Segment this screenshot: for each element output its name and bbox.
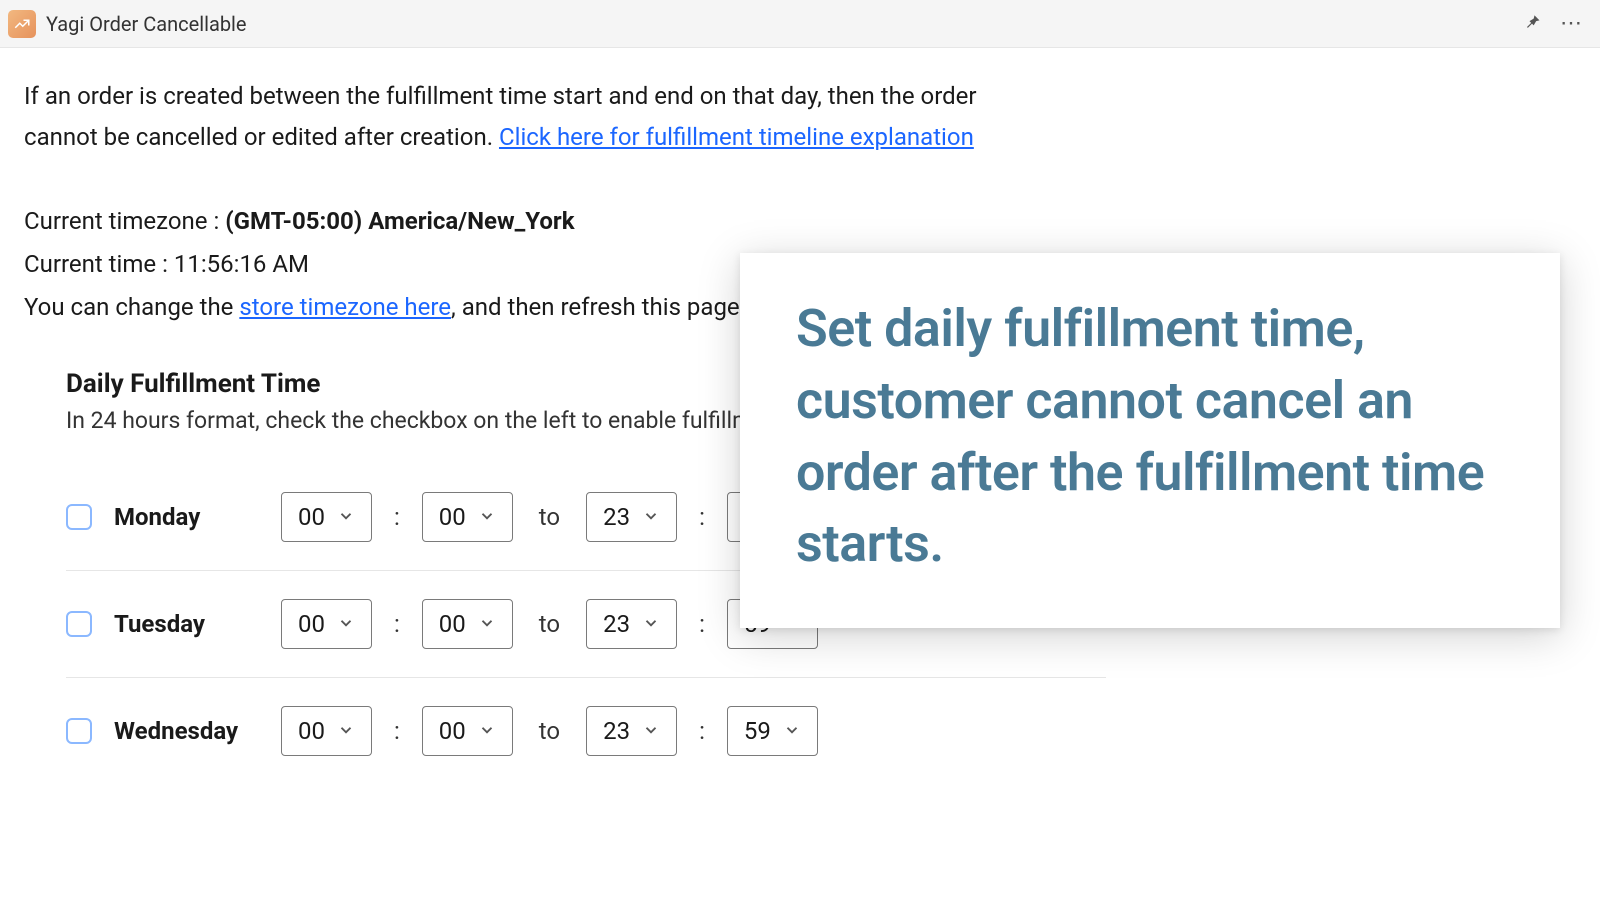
end-hour-select[interactable]: 23 bbox=[586, 706, 677, 756]
chevron-down-icon bbox=[478, 610, 496, 638]
start-hour-select[interactable]: 00 bbox=[281, 706, 372, 756]
day-label: Monday bbox=[114, 503, 259, 531]
more-icon[interactable]: ⋯ bbox=[1560, 11, 1584, 36]
time-colon: : bbox=[394, 503, 400, 531]
chevron-down-icon bbox=[642, 503, 660, 531]
chevron-down-icon bbox=[337, 503, 355, 531]
chevron-down-icon bbox=[642, 717, 660, 745]
chevron-down-icon bbox=[478, 503, 496, 531]
day-label: Wednesday bbox=[114, 717, 259, 745]
end-hour-select[interactable]: 23 bbox=[586, 492, 677, 542]
chevron-down-icon bbox=[337, 610, 355, 638]
time-colon: : bbox=[699, 610, 705, 638]
to-label: to bbox=[535, 503, 564, 531]
end-hour-select[interactable]: 23 bbox=[586, 599, 677, 649]
overlay-text: Set daily fulfillment time, customer can… bbox=[796, 293, 1504, 580]
pin-icon[interactable] bbox=[1522, 12, 1542, 36]
chevron-down-icon bbox=[478, 717, 496, 745]
titlebar-actions: ⋯ bbox=[1522, 11, 1592, 36]
app-icon bbox=[8, 10, 36, 38]
chevron-down-icon bbox=[337, 717, 355, 745]
start-minute-select[interactable]: 00 bbox=[422, 492, 513, 542]
timezone-label: Current timezone : bbox=[24, 207, 225, 235]
titlebar: Yagi Order Cancellable ⋯ bbox=[0, 0, 1600, 48]
day-label: Tuesday bbox=[114, 610, 259, 638]
time-colon: : bbox=[394, 717, 400, 745]
start-minute-select[interactable]: 00 bbox=[422, 599, 513, 649]
timezone-value: (GMT-05:00) America/New_York bbox=[225, 207, 574, 235]
time-value: 11:56:16 AM bbox=[174, 250, 309, 278]
start-hour-select[interactable]: 00 bbox=[281, 599, 372, 649]
intro-paragraph: If an order is created between the fulfi… bbox=[24, 76, 1034, 158]
store-timezone-link[interactable]: store timezone here bbox=[239, 293, 451, 321]
tz-change-before: You can change the bbox=[24, 293, 239, 321]
enable-checkbox-monday[interactable] bbox=[66, 504, 92, 530]
chevron-down-icon bbox=[783, 717, 801, 745]
chevron-down-icon bbox=[642, 610, 660, 638]
app-title: Yagi Order Cancellable bbox=[46, 12, 1522, 36]
end-minute-select[interactable]: 59 bbox=[727, 706, 818, 756]
time-colon: : bbox=[699, 717, 705, 745]
to-label: to bbox=[535, 717, 564, 745]
main-content: If an order is created between the fulfi… bbox=[0, 48, 1600, 812]
start-minute-select[interactable]: 00 bbox=[422, 706, 513, 756]
timezone-line: Current timezone : (GMT-05:00) America/N… bbox=[24, 200, 1576, 243]
start-hour-select[interactable]: 00 bbox=[281, 492, 372, 542]
time-colon: : bbox=[699, 503, 705, 531]
to-label: to bbox=[535, 610, 564, 638]
time-label: Current time : bbox=[24, 250, 174, 278]
enable-checkbox-wednesday[interactable] bbox=[66, 718, 92, 744]
time-colon: : bbox=[394, 610, 400, 638]
enable-checkbox-tuesday[interactable] bbox=[66, 611, 92, 637]
tz-change-after: , and then refresh this page. bbox=[451, 293, 746, 321]
promo-overlay: Set daily fulfillment time, customer can… bbox=[740, 253, 1560, 628]
fulfillment-timeline-link[interactable]: Click here for fulfillment timeline expl… bbox=[499, 123, 974, 151]
day-row-wednesday: Wednesday 00 : 00 to 23 : 59 bbox=[66, 678, 1106, 784]
